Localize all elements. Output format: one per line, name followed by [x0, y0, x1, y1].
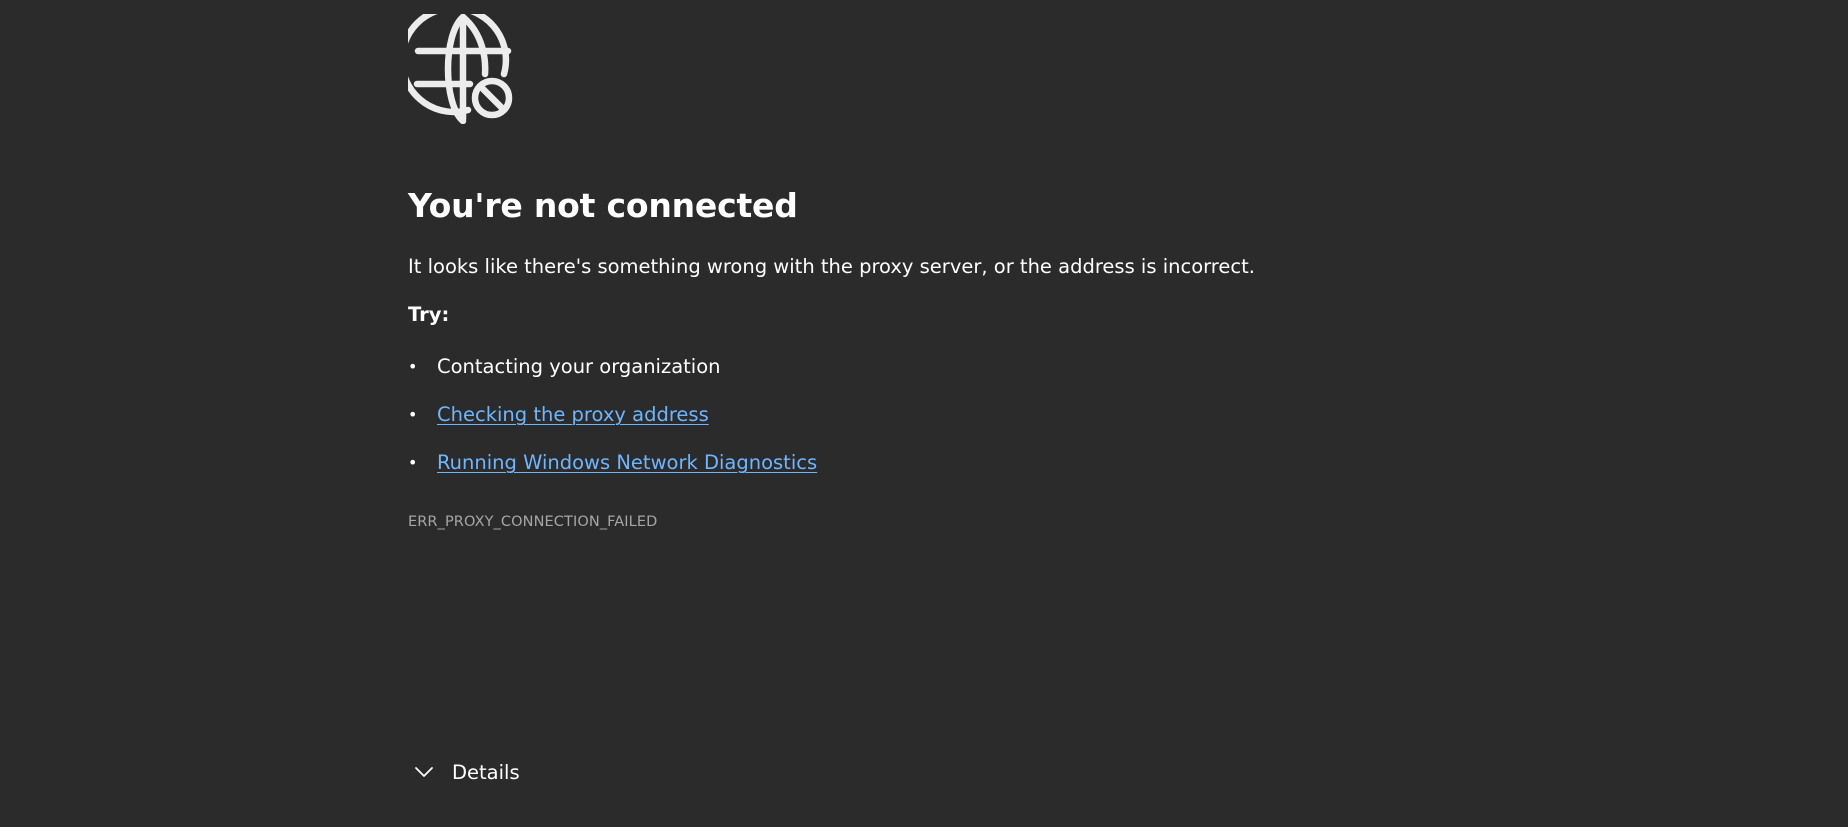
- error-code: ERR_PROXY_CONNECTION_FAILED: [408, 514, 658, 530]
- bullet-icon: •: [408, 405, 418, 424]
- suggestion-contact-organization: • Contacting your organization: [408, 354, 817, 402]
- error-page: You're not connected It looks like there…: [0, 0, 1848, 827]
- suggestion-check-proxy: • Checking the proxy address: [408, 402, 817, 450]
- suggestion-network-diagnostics: • Running Windows Network Diagnostics: [408, 450, 817, 498]
- error-description: It looks like there's something wrong wi…: [408, 255, 1255, 278]
- chevron-down-icon: [415, 767, 433, 777]
- details-label: Details: [452, 760, 520, 784]
- page-title: You're not connected: [408, 186, 798, 225]
- check-proxy-link[interactable]: Checking the proxy address: [437, 403, 709, 426]
- network-diagnostics-link[interactable]: Running Windows Network Diagnostics: [437, 451, 817, 474]
- globe-blocked-icon: [408, 14, 513, 124]
- suggestions-list: • Contacting your organization • Checkin…: [408, 354, 817, 498]
- error-content: You're not connected It looks like there…: [408, 14, 1508, 530]
- details-button[interactable]: Details: [412, 760, 520, 784]
- bullet-icon: •: [408, 453, 418, 472]
- suggestion-text: Contacting your organization: [437, 355, 721, 378]
- bullet-icon: •: [408, 357, 418, 376]
- try-label: Try:: [408, 303, 450, 326]
